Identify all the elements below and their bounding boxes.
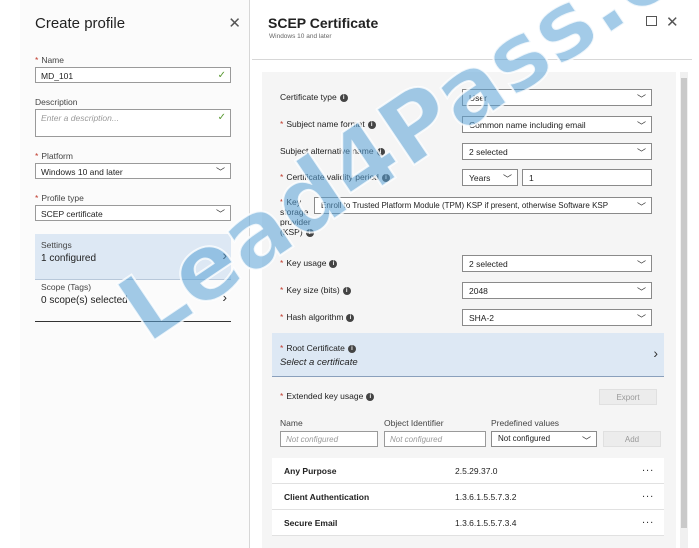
description-label: Description xyxy=(35,97,78,107)
chevron-right-icon: › xyxy=(222,289,227,305)
blade-title: SCEP Certificate xyxy=(268,15,379,31)
name-field[interactable]: MD_101 ✓ xyxy=(35,67,231,83)
info-icon[interactable]: i xyxy=(342,287,351,295)
eku-col-name: Name xyxy=(280,418,303,428)
chevron-right-icon: › xyxy=(653,345,658,361)
validity-unit-dropdown[interactable]: Years ﹀ xyxy=(462,169,518,186)
platform-dropdown[interactable]: Windows 10 and later ﹀ xyxy=(35,163,231,179)
hash-label: * Hash algorithm i xyxy=(280,312,355,322)
scope-nav-item[interactable]: Scope (Tags) 0 scope(s) selected › xyxy=(35,276,231,322)
description-field[interactable]: Enter a description... ✓ xyxy=(35,109,231,137)
info-icon[interactable]: i xyxy=(376,148,385,156)
info-icon[interactable]: i xyxy=(329,260,338,268)
info-icon[interactable]: i xyxy=(339,94,348,102)
ksp-label: * Key storage provider (KSP) i xyxy=(280,197,314,237)
profile-type-label: * Profile type xyxy=(35,193,84,203)
blade-subtitle: Windows 10 and later xyxy=(269,33,332,40)
close-icon[interactable]: ✕ xyxy=(228,14,241,32)
table-row: Any Purpose 2.5.29.37.0 ... xyxy=(272,458,664,484)
chevron-down-icon: ﹀ xyxy=(636,287,646,297)
info-icon[interactable]: i xyxy=(346,314,355,322)
more-icon[interactable]: ... xyxy=(642,514,654,526)
chevron-right-icon: › xyxy=(222,247,227,263)
chevron-down-icon: ﹀ xyxy=(581,436,591,446)
create-profile-blade: Create profile ✕ * Name MD_101 ✓ Descripti… xyxy=(20,0,250,548)
add-button[interactable]: Add xyxy=(603,431,661,447)
profile-type-dropdown[interactable]: SCEP certificate ﹀ xyxy=(35,205,231,221)
name-label: * Name xyxy=(35,55,64,65)
subject-name-label: * Subject name format i xyxy=(280,119,376,129)
root-certificate-label: * Root Certificate i xyxy=(280,343,356,353)
eku-col-predefined: Predefined values xyxy=(491,418,560,428)
export-button[interactable]: Export xyxy=(599,389,657,405)
close-icon[interactable]: ✕ xyxy=(666,13,679,31)
table-row: Secure Email 1.3.6.1.5.5.7.3.4 ... xyxy=(272,510,664,536)
scep-certificate-blade: SCEP Certificate Windows 10 and later ✕ … xyxy=(252,0,692,548)
scrollbar-thumb[interactable] xyxy=(681,78,687,528)
settings-panel: Certificate type i User ﹀ * Subject name fo… xyxy=(262,72,676,548)
cert-type-dropdown[interactable]: User ﹀ xyxy=(462,89,652,106)
info-icon[interactable]: i xyxy=(367,121,376,129)
key-size-dropdown[interactable]: 2048 ﹀ xyxy=(462,282,652,299)
info-icon[interactable]: i xyxy=(366,393,375,401)
settings-nav-item[interactable]: Settings 1 configured › xyxy=(35,234,231,280)
san-label: Subject alternative name i xyxy=(280,146,385,156)
settings-title: Settings xyxy=(41,240,72,250)
ksp-dropdown[interactable]: Enroll to Trusted Platform Module (TPM) … xyxy=(314,197,652,214)
scrollbar[interactable] xyxy=(680,72,688,548)
subject-name-dropdown[interactable]: Common name including email ﹀ xyxy=(462,116,652,133)
scope-title: Scope (Tags) xyxy=(41,282,92,292)
maximize-icon[interactable] xyxy=(646,16,657,26)
settings-value: 1 configured xyxy=(41,253,97,264)
chevron-down-icon: ﹀ xyxy=(636,121,646,131)
info-icon[interactable]: i xyxy=(347,345,356,353)
key-usage-dropdown[interactable]: 2 selected ﹀ xyxy=(462,255,652,272)
cert-type-label: Certificate type i xyxy=(280,92,348,102)
key-usage-label: * Key usage i xyxy=(280,258,338,268)
more-icon[interactable]: ... xyxy=(642,488,654,500)
eku-name-input[interactable]: Not configured xyxy=(280,431,378,447)
scope-value: 0 scope(s) selected xyxy=(41,295,128,306)
eku-col-oid: Object Identifier xyxy=(384,418,444,428)
chevron-down-icon: ﹀ xyxy=(215,209,225,219)
info-icon[interactable]: i xyxy=(305,229,314,237)
create-profile-title: Create profile xyxy=(35,15,126,32)
root-certificate-value: Select a certificate xyxy=(280,357,358,368)
info-icon[interactable]: i xyxy=(381,174,390,182)
validity-value-input[interactable]: 1 xyxy=(522,169,652,186)
eku-label: * Extended key usage i xyxy=(280,391,375,401)
platform-label: * Platform xyxy=(35,151,73,161)
san-dropdown[interactable]: 2 selected ﹀ xyxy=(462,143,652,160)
chevron-down-icon: ﹀ xyxy=(636,202,646,212)
chevron-down-icon: ﹀ xyxy=(636,148,646,158)
check-icon: ✓ xyxy=(217,112,226,123)
eku-predefined-dropdown[interactable]: Not configured ﹀ xyxy=(491,431,597,447)
more-icon[interactable]: ... xyxy=(642,462,654,474)
validity-label: * Certificate validity period i xyxy=(280,172,390,182)
chevron-down-icon: ﹀ xyxy=(215,167,225,177)
eku-oid-input[interactable]: Not configured xyxy=(384,431,486,447)
chevron-down-icon: ﹀ xyxy=(636,314,646,324)
chevron-down-icon: ﹀ xyxy=(502,174,512,184)
hash-dropdown[interactable]: SHA-2 ﹀ xyxy=(462,309,652,326)
check-icon: ✓ xyxy=(217,70,226,81)
chevron-down-icon: ﹀ xyxy=(636,260,646,270)
blade-header: SCEP Certificate Windows 10 and later ✕ xyxy=(252,0,692,60)
root-certificate-selector[interactable]: * Root Certificate i Select a certificate … xyxy=(272,333,664,377)
chevron-down-icon: ﹀ xyxy=(636,94,646,104)
key-size-label: * Key size (bits) i xyxy=(280,285,351,295)
table-row: Client Authentication 1.3.6.1.5.5.7.3.2 … xyxy=(272,484,664,510)
